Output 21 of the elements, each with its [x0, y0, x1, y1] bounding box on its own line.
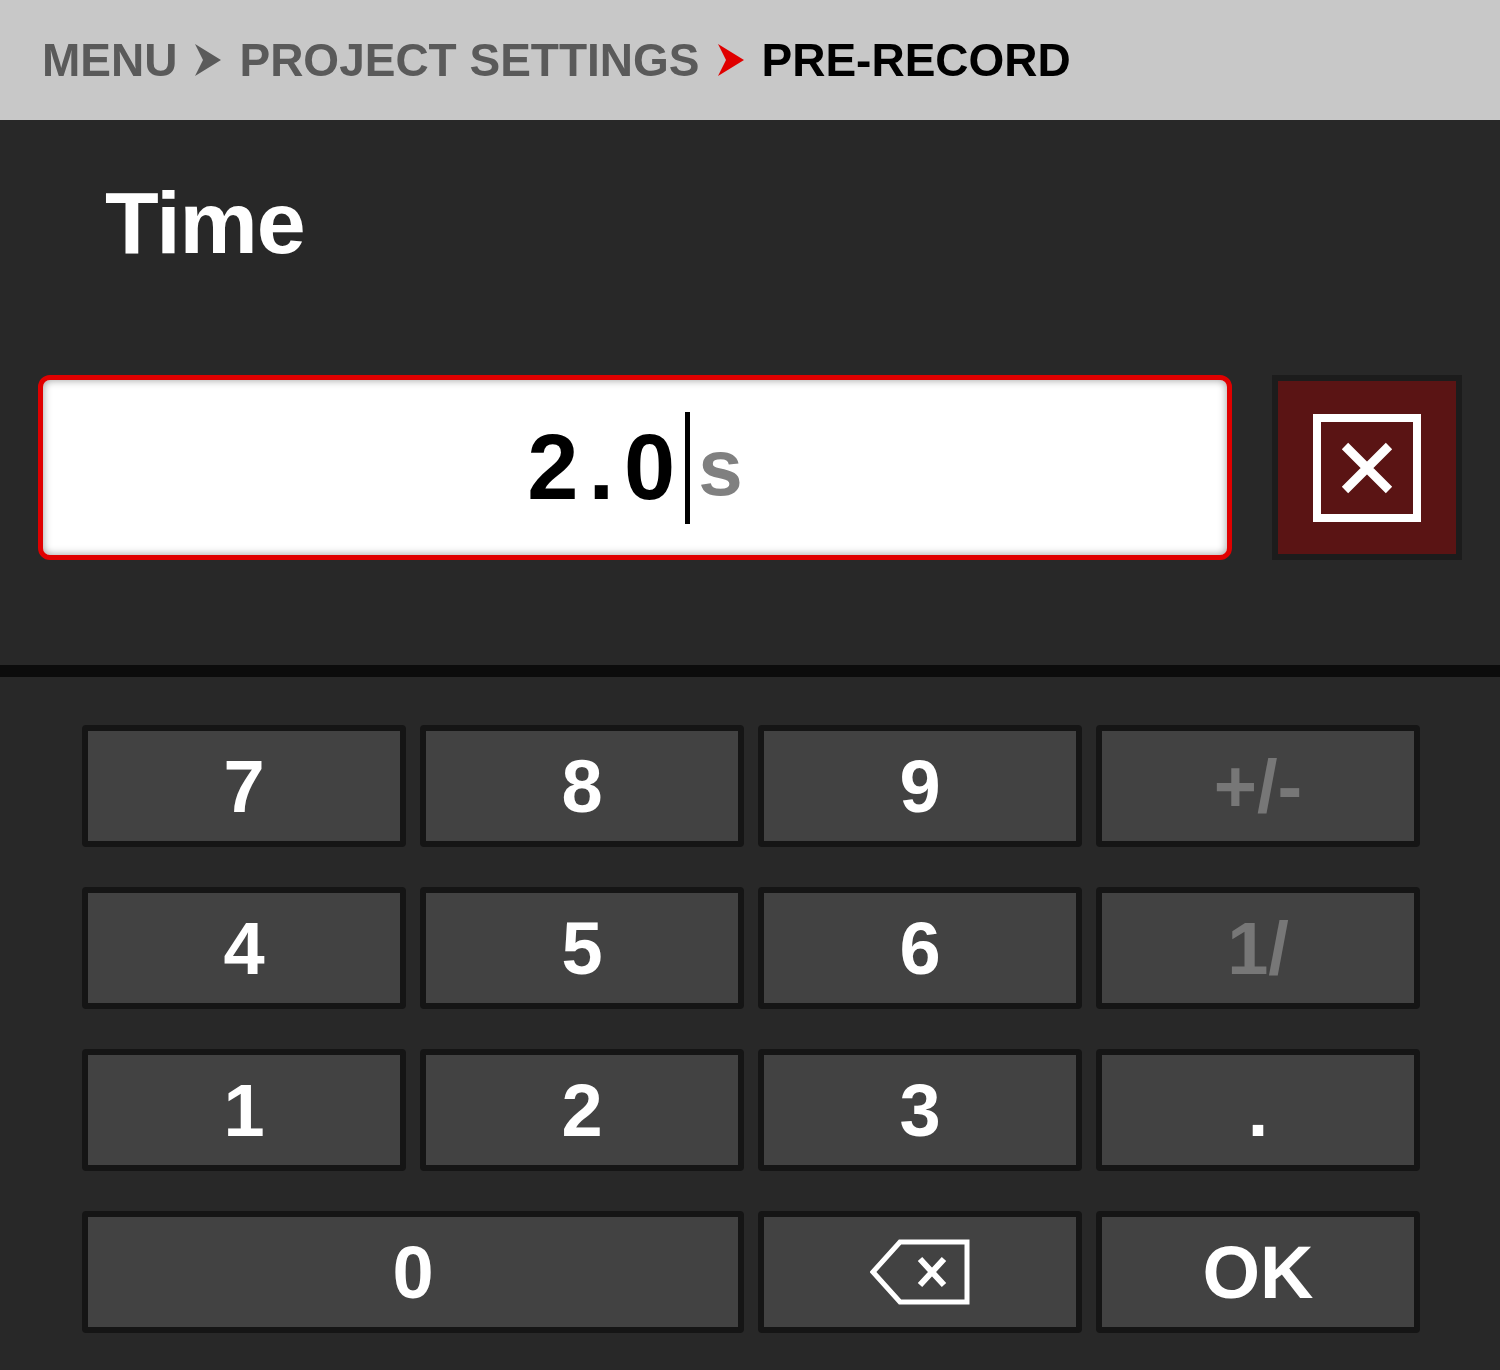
time-input-field[interactable]: 2.0 s: [38, 375, 1232, 560]
keypad-key[interactable]: 4: [82, 887, 406, 1009]
keypad-key[interactable]: 2: [420, 1049, 744, 1171]
keypad-key[interactable]: 6: [758, 887, 1082, 1009]
keypad-key[interactable]: 5: [420, 887, 744, 1009]
keypad-key[interactable]: OK: [1096, 1211, 1420, 1333]
breadcrumb-item[interactable]: MENU: [42, 33, 178, 87]
breadcrumb-item[interactable]: PROJECT SETTINGS: [239, 33, 700, 87]
close-icon: [1313, 413, 1421, 522]
clear-button[interactable]: [1272, 375, 1462, 560]
keypad-key[interactable]: 3: [758, 1049, 1082, 1171]
backspace-icon: [870, 1239, 970, 1305]
breadcrumb-item: PRE-RECORD: [761, 33, 1071, 87]
keypad-key[interactable]: 8: [420, 725, 744, 847]
backspace-key[interactable]: [758, 1211, 1082, 1333]
keypad-key[interactable]: 0: [82, 1211, 744, 1333]
keypad-key[interactable]: 1: [82, 1049, 406, 1171]
keypad-key[interactable]: .: [1096, 1049, 1420, 1171]
keypad-key[interactable]: 7: [82, 725, 406, 847]
page-title: Time: [104, 172, 306, 274]
keypad-key[interactable]: 9: [758, 725, 1082, 847]
